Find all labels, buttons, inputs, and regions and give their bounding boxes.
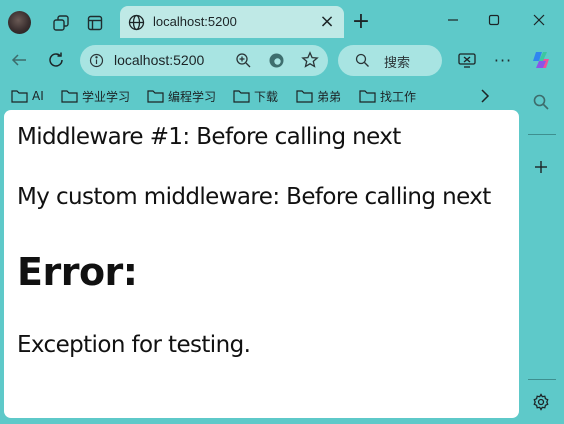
sidebar-settings-icon[interactable] [528, 389, 554, 415]
bookmark-item[interactable]: 找工作 [359, 86, 416, 106]
bookmark-item[interactable]: 下载 [233, 86, 278, 106]
sidebar-divider [528, 134, 556, 135]
close-tab-icon[interactable]: × [316, 11, 338, 33]
search-label: 搜索 [384, 56, 411, 71]
globe-icon [128, 14, 145, 35]
screenshot-icon[interactable] [454, 47, 480, 73]
folder-icon [233, 90, 250, 103]
favorite-star-icon[interactable] [301, 51, 319, 73]
add-sidebar-app-icon[interactable] [528, 154, 554, 180]
folder-icon [147, 90, 164, 103]
tab-title: localhost:5200 [153, 14, 237, 29]
page-viewport: Middleware #1: Before calling next My cu… [4, 110, 519, 418]
error-message: Exception for testing. [17, 332, 251, 358]
bookmark-label: 编程学习 [168, 89, 217, 104]
error-heading: Error: [17, 250, 138, 294]
address-text[interactable]: localhost:5200 [114, 52, 204, 68]
new-tab-button[interactable]: + [348, 9, 374, 35]
folder-icon [61, 90, 78, 103]
site-info-icon[interactable] [89, 53, 104, 72]
edge-copilot-icon[interactable] [268, 52, 285, 73]
zoom-icon[interactable] [235, 52, 252, 73]
bookmark-item[interactable]: 编程学习 [147, 86, 216, 106]
folder-icon [11, 90, 28, 103]
bookmark-label: 学业学习 [82, 89, 131, 104]
bookmark-item[interactable]: 弟弟 [296, 86, 341, 106]
bookmark-label: 弟弟 [317, 89, 342, 104]
copilot-icon[interactable] [528, 47, 554, 73]
bookmark-item[interactable]: 学业学习 [61, 86, 130, 106]
back-icon[interactable] [6, 47, 32, 73]
middleware-log-line: Middleware #1: Before calling next [17, 124, 401, 150]
bookmark-label: AI [32, 89, 44, 103]
folder-icon [296, 90, 313, 103]
tab-active[interactable]: localhost:5200 × [120, 6, 344, 38]
minimize-button[interactable] [433, 6, 473, 34]
search-icon [355, 53, 370, 72]
address-bar[interactable]: localhost:5200 [80, 45, 328, 76]
more-menu-icon[interactable]: ··· [490, 47, 516, 73]
bookmarks-overflow-icon[interactable] [472, 83, 498, 109]
sidebar-search-icon[interactable] [528, 89, 554, 115]
middleware-log-line: My custom middleware: Before calling nex… [17, 184, 491, 210]
refresh-icon[interactable] [43, 47, 69, 73]
bookmark-label: 下载 [254, 89, 279, 104]
search-box[interactable]: 搜索 [338, 45, 442, 76]
maximize-button[interactable] [474, 6, 514, 34]
workspaces-icon[interactable] [48, 10, 74, 36]
profile-avatar[interactable] [8, 11, 31, 34]
bookmark-item[interactable]: AI [11, 86, 44, 106]
folder-icon [359, 90, 376, 103]
tab-actions-icon[interactable] [82, 10, 108, 36]
close-window-button[interactable] [519, 6, 559, 34]
bookmark-label: 找工作 [380, 89, 417, 104]
sidebar-divider [528, 379, 556, 380]
